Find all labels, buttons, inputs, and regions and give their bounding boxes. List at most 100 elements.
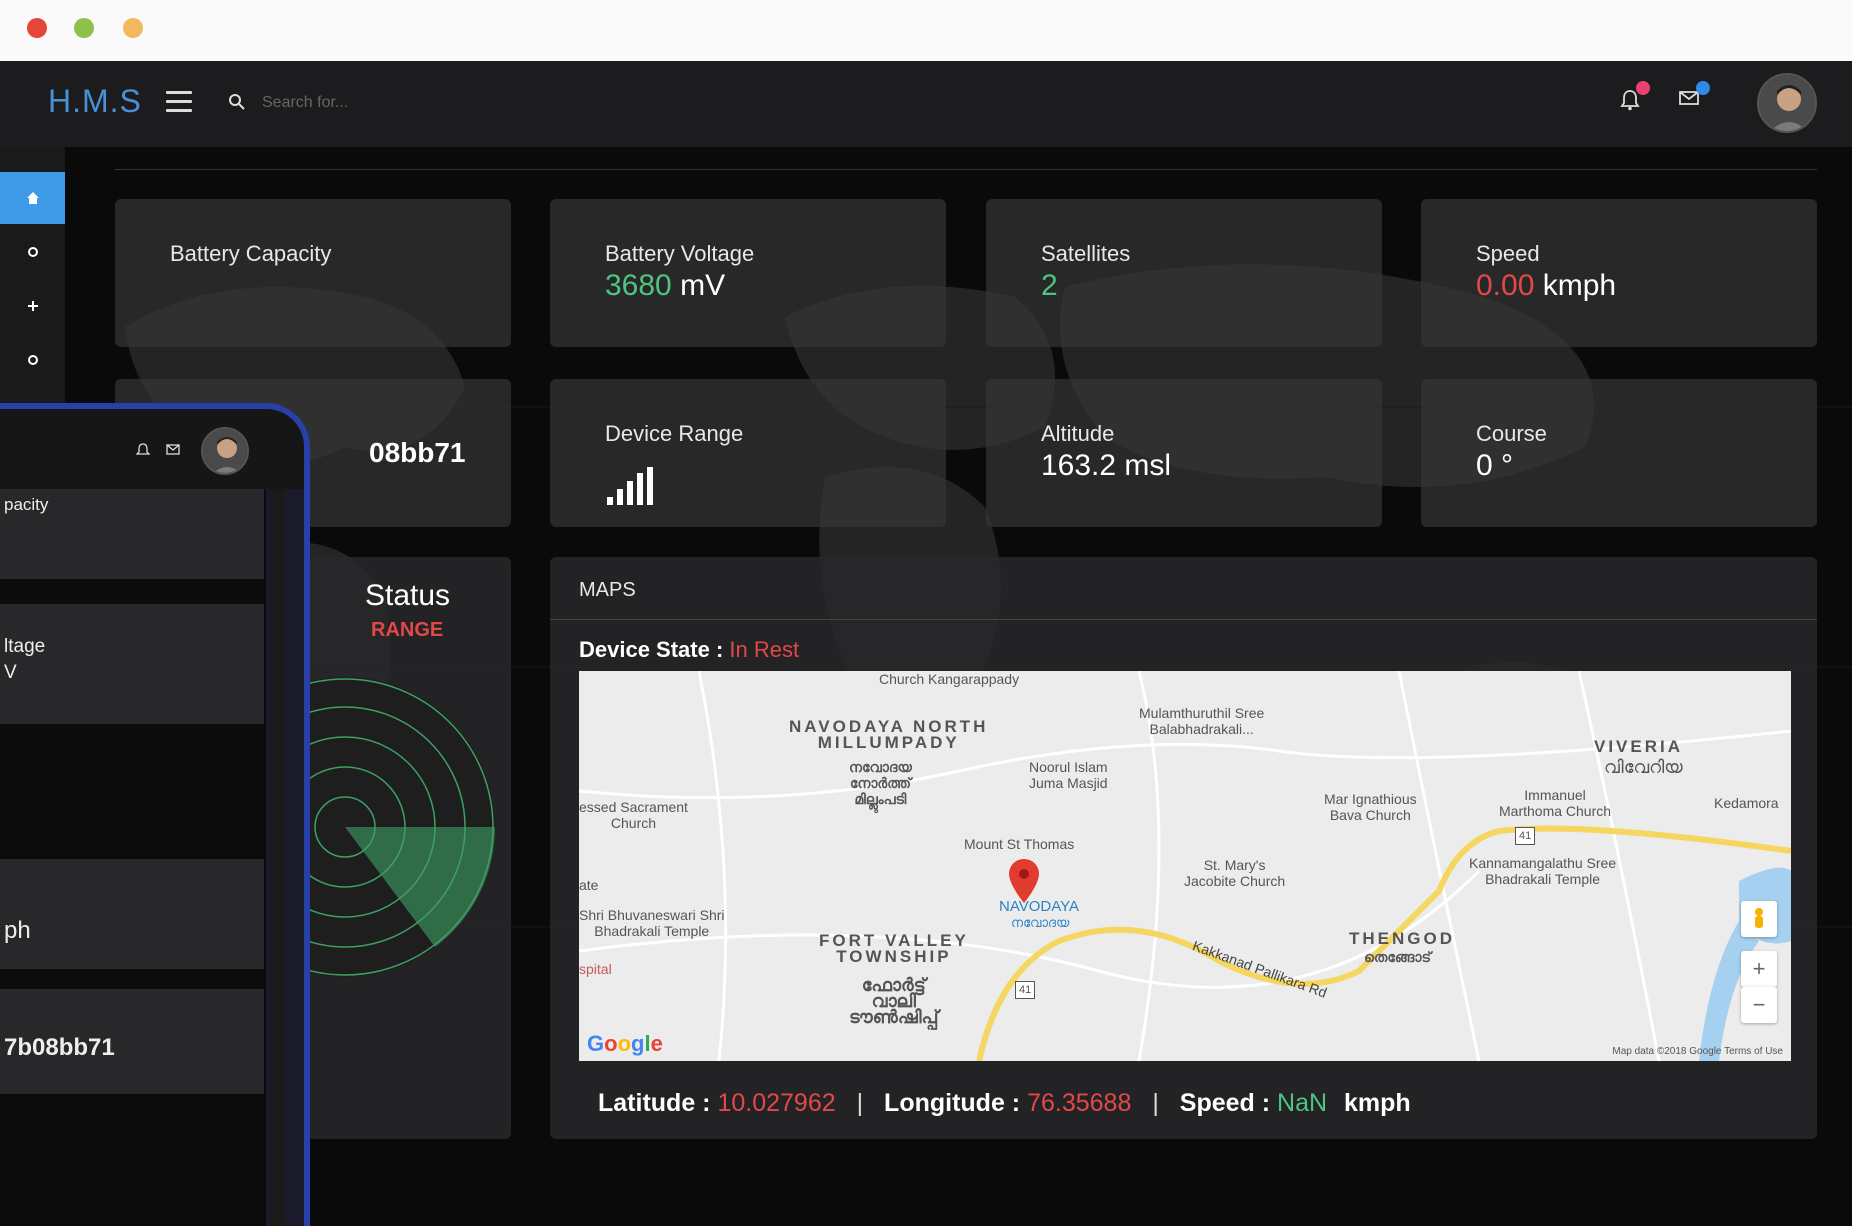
messages-badge bbox=[1696, 81, 1710, 95]
sidebar-item-add[interactable] bbox=[0, 280, 65, 332]
sidebar-item-2[interactable] bbox=[0, 226, 65, 278]
map-label-thengod: THENGOD bbox=[1349, 929, 1455, 948]
battery-capacity-card: Battery Capacity bbox=[115, 199, 511, 347]
maps-title: MAPS bbox=[579, 579, 636, 601]
map-label-mar-ignathious: Mar Ignathious Bava Church bbox=[1324, 791, 1417, 823]
phone-card-4-text: 7b08bb71 bbox=[4, 1034, 115, 1061]
user-avatar[interactable] bbox=[1757, 73, 1817, 133]
phone-card-1: pacity bbox=[0, 489, 264, 579]
phone-mail-icon[interactable] bbox=[166, 444, 180, 456]
phone-card-4: 7b08bb71 bbox=[0, 989, 264, 1094]
map-label-ate: ate bbox=[579, 877, 599, 893]
phone-topbar bbox=[0, 409, 304, 489]
map-label-immanuel: Immanuel Marthoma Church bbox=[1499, 787, 1612, 819]
street-view-pegman-icon[interactable] bbox=[1741, 901, 1777, 937]
device-state-row: Device State : In Rest bbox=[579, 637, 799, 663]
phone-card-3: ph bbox=[0, 859, 264, 969]
device-id-value: 08bb71 bbox=[369, 437, 466, 468]
longitude-value: 76.35688 bbox=[1027, 1089, 1132, 1117]
phone-user-avatar[interactable] bbox=[201, 427, 249, 475]
status-range-text: RANGE bbox=[371, 619, 444, 641]
map-label-sacrament: essed Sacrament Church bbox=[579, 799, 688, 831]
satellites-value: 2 bbox=[1041, 269, 1058, 302]
map-label-mount-st-thomas: Mount St Thomas bbox=[964, 836, 1075, 852]
map-label-fort-valley-ml: ഫോർട്ട് വാലി ടൗൺഷിപ്പ് bbox=[849, 975, 939, 1027]
map-speed-value: NaN bbox=[1277, 1089, 1328, 1117]
phone-mockup: pacity ltage V ph 7b08bb71 bbox=[0, 403, 310, 1226]
zoom-in-button[interactable]: + bbox=[1741, 951, 1777, 987]
sidebar-item-home[interactable] bbox=[0, 172, 65, 224]
notifications-bell-icon[interactable] bbox=[1620, 81, 1650, 116]
signal-strength-icon bbox=[607, 467, 653, 505]
sidebar-item-4[interactable] bbox=[0, 334, 65, 386]
altitude-unit: msl bbox=[1124, 449, 1172, 482]
map-label-viveria: VIVERIA bbox=[1594, 737, 1684, 756]
map-speed-unit: kmph bbox=[1343, 1089, 1411, 1117]
speed-value-row: 0.00 kmph bbox=[1476, 269, 1616, 303]
search-icon[interactable] bbox=[228, 93, 246, 111]
close-window-button[interactable] bbox=[27, 18, 47, 38]
route-41-shield-b: 41 bbox=[1515, 827, 1536, 845]
device-state-label: Device State : bbox=[579, 637, 724, 662]
messages-mail-icon[interactable] bbox=[1678, 81, 1710, 112]
map-label-navodaya-north: NAVODAYA NORTH MILLUMPADY bbox=[789, 717, 989, 752]
map-label-kannamangalathu: Kannamangalathu Sree Bhadrakali Temple bbox=[1469, 855, 1617, 887]
map-label-noorul: Noorul Islam Juma Masjid bbox=[1029, 759, 1108, 791]
phone-scrollbar[interactable] bbox=[271, 489, 285, 1226]
map-label-spital: spital bbox=[579, 961, 612, 977]
separator: | bbox=[856, 1089, 864, 1117]
speed-value: 0.00 bbox=[1476, 269, 1535, 302]
maps-divider bbox=[550, 619, 1817, 620]
longitude-label: Longitude : bbox=[884, 1089, 1021, 1117]
latitude-value: 10.027962 bbox=[717, 1089, 836, 1117]
battery-capacity-label: Battery Capacity bbox=[170, 241, 332, 266]
phone-card-2: ltage V bbox=[0, 604, 264, 724]
zoom-out-button[interactable]: − bbox=[1741, 987, 1777, 1023]
search-input[interactable] bbox=[262, 87, 562, 119]
map-label-navodaya-north-ml: നവോദയ നോർത്ത് മില്ലുംപടി bbox=[849, 759, 912, 807]
top-navbar: H.M.S bbox=[0, 61, 1852, 147]
battery-voltage-label: Battery Voltage bbox=[605, 241, 755, 266]
map-footer[interactable]: Map data ©2018 Google Terms of Use bbox=[1612, 1046, 1783, 1057]
header-divider bbox=[115, 169, 1817, 170]
phone-bell-icon[interactable] bbox=[136, 443, 150, 457]
map-label-navodaya-ml: നവോദയ bbox=[1011, 915, 1070, 930]
location-pin-icon[interactable] bbox=[1006, 857, 1042, 905]
device-range-label: Device Range bbox=[605, 421, 744, 446]
map-label-viveria-ml: വിവേറിയ bbox=[1604, 757, 1683, 777]
satellites-card: Satellites 2 bbox=[986, 199, 1382, 347]
map-speed-label: Speed : bbox=[1179, 1089, 1271, 1117]
map-label-top-road: Church Kangarappady bbox=[879, 671, 1020, 687]
course-value: 0 ° bbox=[1476, 449, 1514, 482]
menu-toggle-icon[interactable] bbox=[166, 91, 192, 113]
route-41-shield-a: 41 bbox=[1015, 981, 1036, 999]
maps-card: MAPS Device State : In Rest Church Kanga… bbox=[550, 557, 1817, 1139]
map-label-fort-valley: FORT VALLEY TOWNSHIP bbox=[819, 931, 969, 966]
battery-voltage-value: 3680 bbox=[605, 269, 672, 302]
notifications-badge bbox=[1636, 81, 1650, 95]
minimize-window-button[interactable] bbox=[123, 18, 143, 38]
main-content: Battery Capacity Battery Voltage 3680 mV… bbox=[65, 147, 1852, 1226]
coordinates-row: Latitude : 10.027962 | Longitude : 76.35… bbox=[598, 1089, 1411, 1118]
battery-voltage-card: Battery Voltage 3680 mV bbox=[550, 199, 946, 347]
phone-card-1-text: pacity bbox=[4, 495, 49, 514]
circle-icon bbox=[27, 247, 38, 257]
brand-logo[interactable]: H.M.S bbox=[48, 83, 142, 120]
home-icon bbox=[26, 192, 39, 204]
map-label-mulamthuruthi: Mulamthuruthil Sree Balabhadrakali... bbox=[1139, 705, 1265, 737]
circle-icon bbox=[27, 355, 38, 365]
plus-icon bbox=[27, 301, 38, 311]
separator: | bbox=[1152, 1089, 1159, 1117]
battery-voltage-unit: mV bbox=[680, 269, 726, 302]
maximize-window-button[interactable] bbox=[74, 18, 94, 38]
map-label-st-marys: St. Mary's Jacobite Church bbox=[1184, 857, 1286, 889]
latitude-label: Latitude : bbox=[598, 1089, 711, 1117]
phone-card-2-text: ltage V bbox=[4, 636, 46, 683]
device-state-value: In Rest bbox=[729, 637, 800, 662]
altitude-value: 163.2 bbox=[1041, 449, 1117, 482]
course-card: Course 0 ° bbox=[1421, 379, 1817, 527]
map-label-thengod-ml: തെങ്ങോട് bbox=[1364, 949, 1431, 965]
status-title: Status bbox=[365, 579, 451, 612]
phone-screen: pacity ltage V ph 7b08bb71 bbox=[0, 489, 266, 1226]
google-map[interactable]: Church Kangarappady NAVODAYA NORTH MILLU… bbox=[579, 671, 1791, 1061]
